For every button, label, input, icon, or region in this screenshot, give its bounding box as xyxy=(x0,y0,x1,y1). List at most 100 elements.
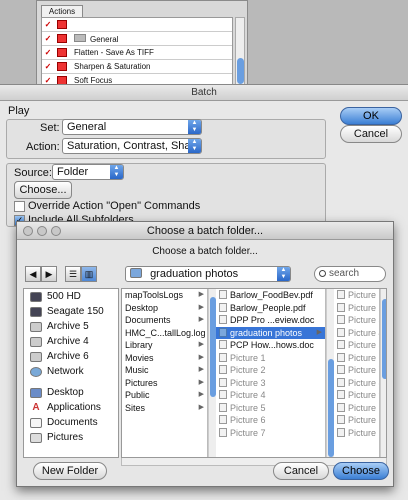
list-item[interactable]: Picture 4 xyxy=(216,389,325,402)
list-item[interactable]: Picture 11 xyxy=(334,414,379,427)
column-scrollbar[interactable] xyxy=(326,289,334,457)
list-item[interactable]: HMC_C...tallLog.log xyxy=(122,327,207,340)
column-graduation-photos: Picture 10 Picture 20 Picture 30 Picture 40… xyxy=(334,289,380,457)
dialog-choose-button[interactable]: Choose xyxy=(333,462,389,480)
column-scrollbar[interactable] xyxy=(208,289,216,457)
dialog-toggle-icon[interactable] xyxy=(57,20,67,29)
sidebar-item-device[interactable]: Archive 5 xyxy=(24,319,118,334)
actions-scrollbar[interactable] xyxy=(235,17,245,87)
list-item[interactable]: Desktop ▶ xyxy=(122,302,207,315)
list-item[interactable]: Picture 40 xyxy=(334,327,379,340)
action-row[interactable]: ✓ Flatten - Save As TIFF xyxy=(42,46,232,60)
set-select[interactable]: General ▲ ▼ xyxy=(62,119,202,135)
override-checkbox[interactable] xyxy=(14,201,25,212)
override-label: Override Action "Open" Commands xyxy=(28,200,201,212)
checkmark-icon[interactable]: ✓ xyxy=(42,34,54,43)
action-row[interactable]: ✓ xyxy=(42,18,232,32)
sidebar-item-place[interactable]: A Applications xyxy=(24,400,118,415)
sidebar-item-place[interactable]: Desktop xyxy=(24,385,118,400)
sidebar-item-device[interactable]: Archive 4 xyxy=(24,334,118,349)
disclosure-arrow-icon: ▶ xyxy=(198,366,204,373)
list-item[interactable]: Picture 12 xyxy=(334,427,379,440)
sidebar-item-device[interactable]: Seagate 150 xyxy=(24,304,118,319)
minimize-icon[interactable] xyxy=(37,226,47,236)
list-item[interactable]: graduation photos ▶ xyxy=(216,326,325,339)
checkmark-icon[interactable]: ✓ xyxy=(42,20,54,29)
zoom-icon[interactable] xyxy=(51,226,61,236)
column-scrollbar[interactable] xyxy=(380,289,386,457)
list-item[interactable]: Barlow_FoodBev.pdf xyxy=(216,289,325,302)
action-row[interactable]: ✓ Sharpen & Saturation xyxy=(42,60,232,74)
sidebar-item-device[interactable]: 500 HD xyxy=(24,289,118,304)
list-item[interactable]: Barlow_People.pdf xyxy=(216,302,325,315)
list-item[interactable]: Picture 50 xyxy=(334,339,379,352)
actions-tab[interactable]: Actions xyxy=(41,5,83,17)
sidebar-item-device[interactable]: Network xyxy=(24,364,118,379)
item-label: Barlow_FoodBev.pdf xyxy=(230,290,313,300)
checkmark-icon[interactable]: ✓ xyxy=(42,62,54,71)
dialog-toggle-icon[interactable] xyxy=(57,48,67,57)
ok-button[interactable]: OK xyxy=(340,107,402,125)
list-item[interactable]: Public ▶ xyxy=(122,389,207,402)
sidebar-item-place[interactable]: Pictures xyxy=(24,430,118,445)
list-item[interactable]: Picture 70 xyxy=(334,364,379,377)
location-select[interactable]: graduation photos ▲ ▼ xyxy=(125,266,291,282)
column-view-button[interactable]: ▥ xyxy=(81,266,97,282)
list-item[interactable]: Picture 7 xyxy=(216,427,325,440)
list-item[interactable]: Picture 1 xyxy=(216,352,325,365)
file-icon xyxy=(219,377,227,387)
checkmark-icon[interactable]: ✓ xyxy=(42,48,54,57)
item-label: Picture 70 xyxy=(348,365,379,375)
list-item[interactable]: Documents ▶ xyxy=(122,314,207,327)
scroll-thumb[interactable] xyxy=(237,58,244,84)
search-icon xyxy=(319,270,326,277)
dialog-toggle-icon[interactable] xyxy=(57,34,67,43)
list-item[interactable]: Sites ▶ xyxy=(122,402,207,415)
choose-button[interactable]: Choose... xyxy=(14,181,72,199)
scroll-thumb[interactable] xyxy=(382,299,386,379)
list-item[interactable]: Movies ▶ xyxy=(122,352,207,365)
column-browser: mapToolsLogs ▶ Desktop ▶ Documents ▶ HMC_C...t… xyxy=(121,288,387,458)
drive-icon xyxy=(30,321,42,332)
disclosure-arrow-icon: ▶ xyxy=(198,341,204,348)
cancel-button[interactable]: Cancel xyxy=(340,125,402,143)
list-item[interactable]: Music ▶ xyxy=(122,364,207,377)
list-item[interactable]: Picture 3 xyxy=(216,377,325,390)
dialog-cancel-button[interactable]: Cancel xyxy=(273,462,329,480)
file-icon xyxy=(219,390,227,399)
item-label: graduation photos xyxy=(230,327,303,338)
action-row[interactable]: ✓ General xyxy=(42,32,232,46)
list-item[interactable]: mapToolsLogs ▶ xyxy=(122,289,207,302)
list-item[interactable]: Picture 90 xyxy=(334,389,379,402)
dialog-toggle-icon[interactable] xyxy=(57,62,67,71)
list-item[interactable]: Picture 80 xyxy=(334,377,379,390)
list-item[interactable]: Library ▶ xyxy=(122,339,207,352)
close-icon[interactable] xyxy=(23,226,33,236)
list-item[interactable]: Picture 60 xyxy=(334,352,379,365)
new-folder-button[interactable]: New Folder xyxy=(33,462,107,480)
forward-button[interactable]: ▶ xyxy=(41,266,57,282)
search-field[interactable]: search xyxy=(314,266,386,282)
sidebar-item-device[interactable]: Archive 6 xyxy=(24,349,118,364)
list-item[interactable]: Picture 6 xyxy=(216,414,325,427)
file-icon xyxy=(337,365,345,374)
file-icon xyxy=(337,302,345,312)
list-item[interactable]: PCP How...hows.doc xyxy=(216,339,325,352)
list-item[interactable]: Picture 5 xyxy=(216,402,325,415)
list-item[interactable]: Picture 10 xyxy=(334,402,379,415)
list-item[interactable]: Picture 10 xyxy=(334,289,379,302)
list-item[interactable]: Pictures ▶ xyxy=(122,377,207,390)
scroll-thumb[interactable] xyxy=(210,297,216,397)
list-item[interactable]: DPP Pro ...eview.doc xyxy=(216,314,325,327)
folder-icon xyxy=(130,268,142,278)
source-select[interactable]: Folder ▲ ▼ xyxy=(52,164,124,180)
sidebar-item-place[interactable]: Documents xyxy=(24,415,118,430)
list-item[interactable]: Picture 20 xyxy=(334,302,379,315)
list-item[interactable]: Picture 2 xyxy=(216,364,325,377)
list-view-button[interactable]: ☰ xyxy=(65,266,81,282)
file-icon xyxy=(219,415,227,424)
list-item[interactable]: Picture 30 xyxy=(334,314,379,327)
scroll-thumb[interactable] xyxy=(328,359,334,457)
back-button[interactable]: ◀ xyxy=(25,266,41,282)
action-select[interactable]: Saturation, Contrast, Sha... ▲ ▼ xyxy=(62,138,202,154)
